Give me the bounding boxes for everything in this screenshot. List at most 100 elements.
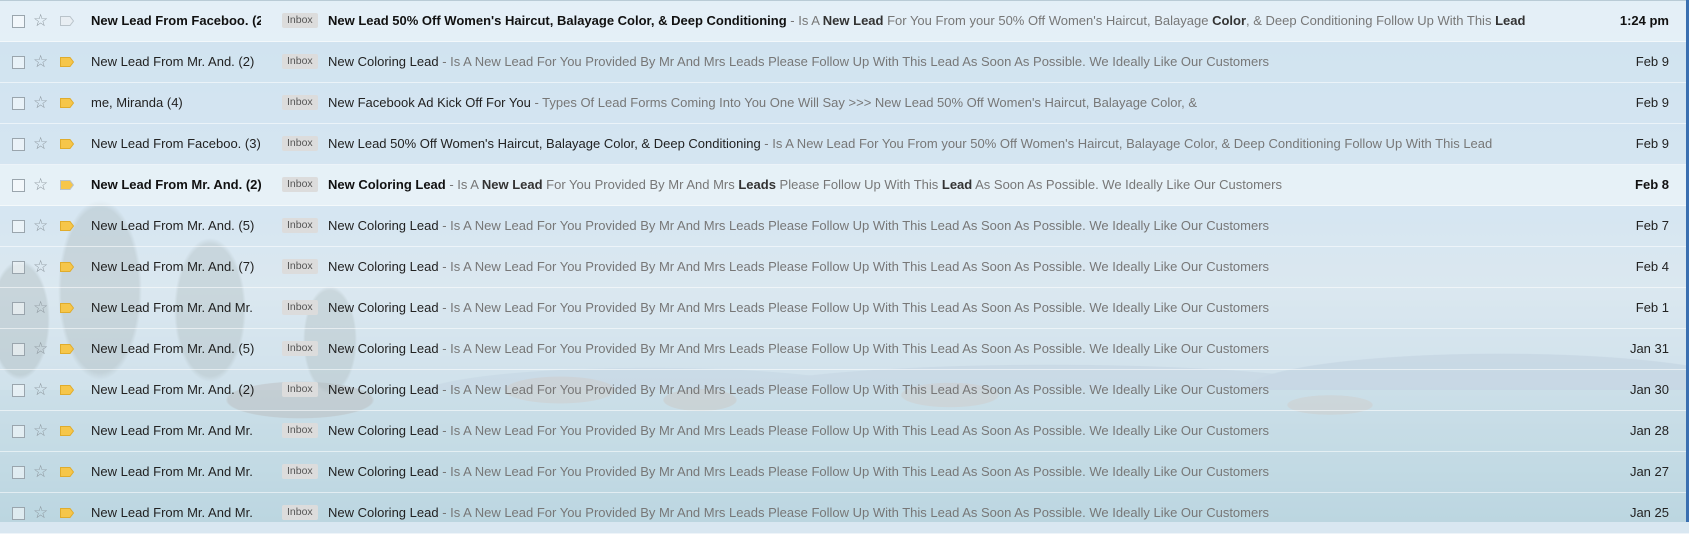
checkbox-icon[interactable] — [12, 425, 25, 438]
email-row[interactable]: ☆ New Lead From Mr. And Mr. Inbox New Co… — [0, 288, 1689, 329]
email-snippet: - Is A New Lead For You Provided By Mr A… — [439, 423, 1269, 438]
snippet-text: , & Deep Conditioning Follow Up With Thi… — [1246, 13, 1496, 28]
label-tag-icon[interactable] — [60, 98, 74, 108]
snippet-text: - Is A New Lead For You Provided By Mr A… — [438, 218, 1270, 233]
email-snippet: - Is A New Lead For You Provided By Mr A… — [446, 177, 1282, 192]
email-sender: New Lead From Mr. And. (2) — [91, 54, 255, 69]
checkbox-icon[interactable] — [12, 507, 25, 520]
email-sender: New Lead From Faceboo. (2) — [91, 13, 261, 28]
snippet-text: Leads — [738, 177, 776, 192]
snippet-text: - Is A New Lead For You From your 50% Of… — [760, 136, 1493, 151]
label-tag-icon[interactable] — [60, 262, 74, 272]
star-icon[interactable]: ☆ — [33, 83, 48, 123]
email-subject: New Coloring Lead — [328, 300, 439, 315]
star-icon[interactable]: ☆ — [33, 124, 48, 164]
email-sender: New Lead From Mr. And Mr. — [91, 423, 253, 438]
star-icon[interactable]: ☆ — [33, 206, 48, 246]
snippet-text: - Is A New Lead For You Provided By Mr A… — [438, 464, 1270, 479]
email-row[interactable]: ☆ New Lead From Mr. And. (2) Inbox New C… — [0, 370, 1689, 411]
star-icon[interactable]: ☆ — [33, 1, 48, 41]
snippet-text: - Is A — [786, 13, 823, 28]
checkbox-icon[interactable] — [12, 302, 25, 315]
email-sender: New Lead From Mr. And. (2) — [91, 177, 261, 192]
email-row[interactable]: ☆ New Lead From Faceboo. (2) Inbox New L… — [0, 1, 1689, 42]
label-tag-icon[interactable] — [60, 57, 74, 67]
email-date: Feb 7 — [1635, 218, 1669, 233]
label-tag-icon[interactable] — [60, 385, 74, 395]
snippet-text: - Is A New Lead For You Provided By Mr A… — [438, 423, 1270, 438]
email-row[interactable]: ☆ New Lead From Faceboo. (3) Inbox New L… — [0, 124, 1689, 165]
checkbox-icon[interactable] — [12, 97, 25, 110]
email-subject: New Coloring Lead — [328, 464, 439, 479]
label-tag-icon[interactable] — [60, 180, 74, 190]
star-icon[interactable]: ☆ — [33, 370, 48, 410]
checkbox-icon[interactable] — [12, 138, 25, 151]
star-icon[interactable]: ☆ — [33, 329, 48, 369]
snippet-text: - Is A New Lead For You Provided By Mr A… — [438, 259, 1270, 274]
email-date: Feb 4 — [1635, 259, 1669, 274]
label-tag-icon[interactable] — [60, 344, 74, 354]
label-tag-icon[interactable] — [60, 426, 74, 436]
email-snippet: - Is A New Lead For You From your 50% Of… — [786, 13, 1526, 28]
label-tag-icon[interactable] — [60, 467, 74, 477]
star-icon[interactable]: ☆ — [33, 165, 48, 205]
checkbox-icon[interactable] — [12, 261, 25, 274]
email-sender: me, Miranda (4) — [91, 95, 183, 110]
email-row[interactable]: ☆ New Lead From Mr. And. (7) Inbox New C… — [0, 247, 1689, 288]
star-icon[interactable]: ☆ — [33, 452, 48, 492]
inbox-badge: Inbox — [282, 54, 318, 69]
star-icon[interactable]: ☆ — [33, 247, 48, 287]
email-date: Jan 31 — [1629, 341, 1669, 356]
email-row[interactable]: ☆ New Lead From Mr. And Mr. Inbox New Co… — [0, 411, 1689, 452]
label-tag-icon[interactable] — [60, 139, 74, 149]
email-row[interactable]: ☆ New Lead From Mr. And. (5) Inbox New C… — [0, 206, 1689, 247]
email-row[interactable]: ☆ New Lead From Mr. And. (5) Inbox New C… — [0, 329, 1689, 370]
snippet-text: - Is A New Lead For You Provided By Mr A… — [438, 300, 1270, 315]
snippet-text: - Is A — [445, 177, 482, 192]
email-row[interactable]: ☆ me, Miranda (4) Inbox New Facebook Ad … — [0, 83, 1689, 124]
email-row[interactable]: ☆ New Lead From Mr. And Mr. Inbox New Co… — [0, 493, 1689, 534]
snippet-text: For You From your 50% Off Women's Haircu… — [883, 13, 1213, 28]
email-snippet: - Is A New Lead For You Provided By Mr A… — [439, 218, 1269, 233]
label-tag-icon[interactable] — [60, 221, 74, 231]
email-subject: New Facebook Ad Kick Off For You — [328, 95, 531, 110]
email-row[interactable]: ☆ New Lead From Mr. And Mr. Inbox New Co… — [0, 452, 1689, 493]
star-icon[interactable]: ☆ — [33, 42, 48, 82]
snippet-text: Lead — [1495, 13, 1526, 28]
email-sender: New Lead From Mr. And Mr. — [91, 505, 253, 520]
snippet-text: - Is A New Lead For You Provided By Mr A… — [438, 54, 1270, 69]
star-icon[interactable]: ☆ — [33, 493, 48, 533]
checkbox-icon[interactable] — [12, 220, 25, 233]
email-date: Feb 8 — [1635, 177, 1669, 192]
email-date: Jan 28 — [1629, 423, 1669, 438]
email-content: New Coloring Lead - Is A New Lead For Yo… — [328, 329, 1578, 369]
star-icon[interactable]: ☆ — [33, 288, 48, 328]
email-list: ☆ New Lead From Faceboo. (2) Inbox New L… — [0, 0, 1689, 534]
email-content: New Coloring Lead - Is A New Lead For Yo… — [328, 452, 1578, 492]
snippet-text: - Is A New Lead For You Provided By Mr A… — [438, 505, 1270, 520]
checkbox-icon[interactable] — [12, 179, 25, 192]
label-tag-icon[interactable] — [60, 16, 74, 26]
checkbox-icon[interactable] — [12, 343, 25, 356]
email-date: Jan 25 — [1629, 505, 1669, 520]
email-subject: New Lead 50% Off Women's Haircut, Balaya… — [328, 13, 787, 28]
email-snippet: - Is A New Lead For You Provided By Mr A… — [439, 259, 1269, 274]
email-date: Jan 30 — [1629, 382, 1669, 397]
email-date: 1:24 pm — [1619, 13, 1669, 28]
email-row[interactable]: ☆ New Lead From Mr. And. (2) Inbox New C… — [0, 42, 1689, 83]
email-sender: New Lead From Mr. And. (5) — [91, 341, 255, 356]
star-icon[interactable]: ☆ — [33, 411, 48, 451]
email-subject: New Coloring Lead — [328, 382, 439, 397]
email-row[interactable]: ☆ New Lead From Mr. And. (2) Inbox New C… — [0, 165, 1689, 206]
label-tag-icon[interactable] — [60, 508, 74, 518]
email-content: New Coloring Lead - Is A New Lead For Yo… — [328, 493, 1578, 533]
checkbox-icon[interactable] — [12, 15, 25, 28]
inbox-badge: Inbox — [282, 177, 318, 192]
email-subject: New Coloring Lead — [328, 341, 439, 356]
snippet-text: New Lead — [822, 13, 884, 28]
checkbox-icon[interactable] — [12, 384, 25, 397]
snippet-text: - Is A New Lead For You Provided By Mr A… — [438, 382, 1270, 397]
label-tag-icon[interactable] — [60, 303, 74, 313]
checkbox-icon[interactable] — [12, 56, 25, 69]
checkbox-icon[interactable] — [12, 466, 25, 479]
